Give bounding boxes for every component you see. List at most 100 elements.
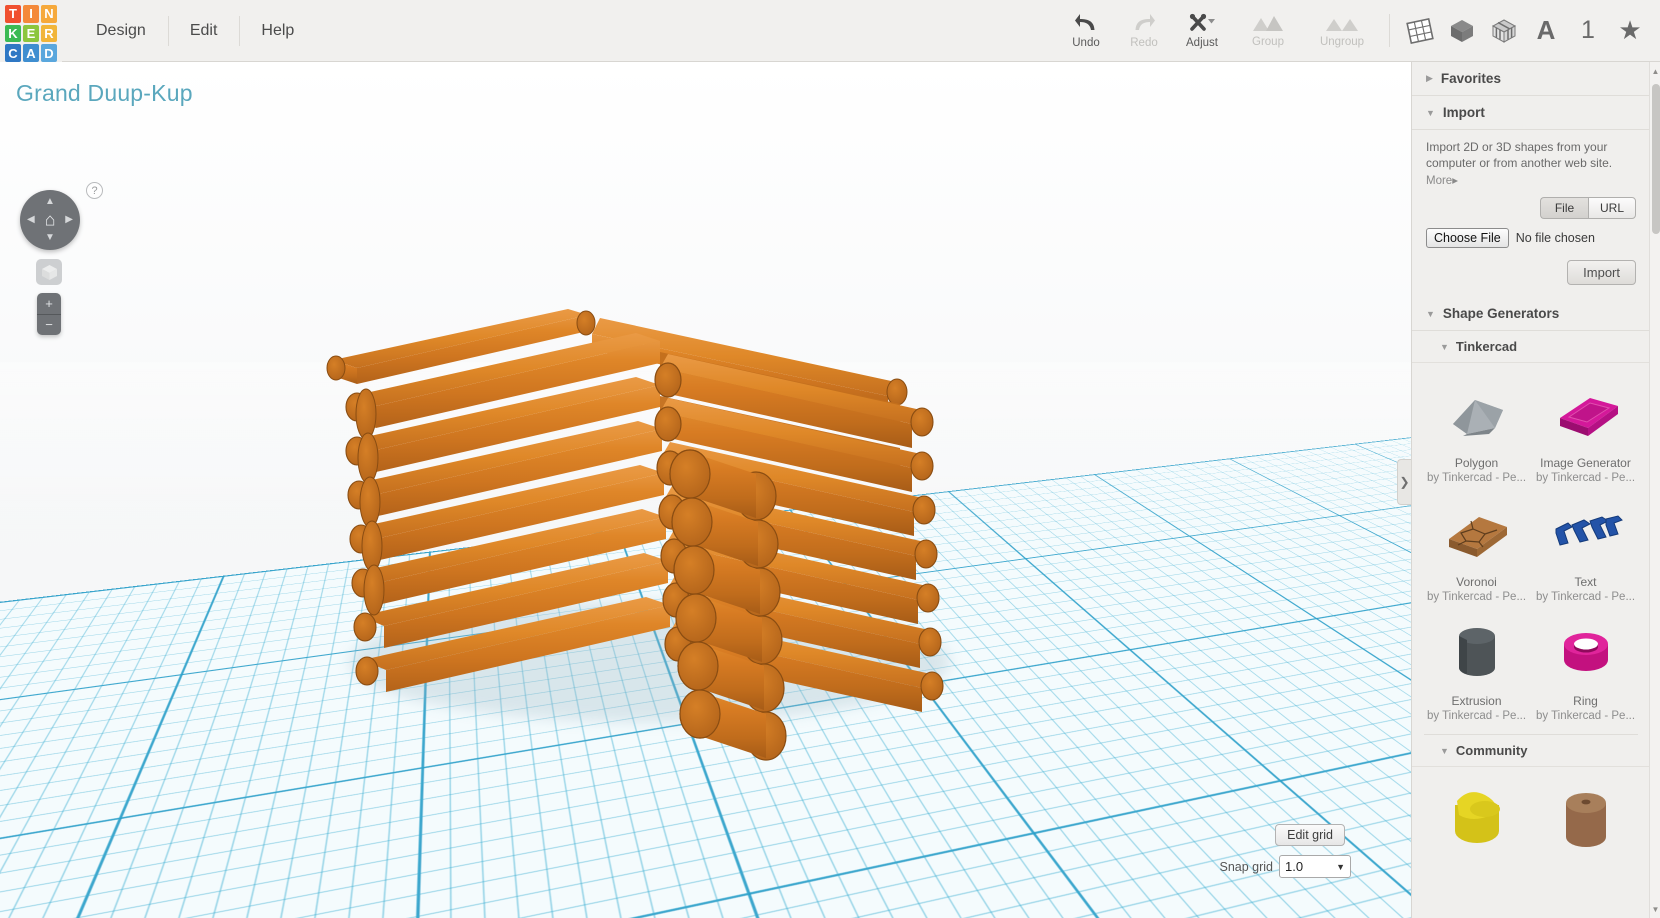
ungroup-button[interactable]: Ungroup bbox=[1305, 0, 1379, 61]
chevron-down-icon: ▼ bbox=[1440, 341, 1449, 352]
logo-tile-7: A bbox=[23, 44, 39, 62]
redo-icon bbox=[1131, 12, 1157, 34]
adjust-icon bbox=[1187, 12, 1217, 34]
choose-file-button[interactable]: Choose File bbox=[1426, 228, 1509, 248]
workplane-icon[interactable] bbox=[1400, 0, 1440, 62]
shape-card-voronoi[interactable]: Voronoi by Tinkercad - Pe... bbox=[1422, 488, 1531, 607]
shape-card-polygon[interactable]: Polygon by Tinkercad - Pe... bbox=[1422, 369, 1531, 488]
shape-name: Voronoi bbox=[1456, 575, 1497, 589]
shape-card-text[interactable]: Text by Tinkercad - Pe... bbox=[1531, 488, 1640, 607]
menu-item-edit[interactable]: Edit bbox=[167, 0, 240, 62]
help-icon[interactable]: ? bbox=[86, 182, 103, 199]
text-tool-icon[interactable]: A bbox=[1526, 0, 1566, 62]
zoom-controls[interactable]: + − bbox=[37, 293, 61, 335]
shape-card-ring[interactable]: Ring by Tinkercad - Pe... bbox=[1531, 607, 1640, 726]
import-tab-url[interactable]: URL bbox=[1588, 197, 1636, 219]
nav-left-arrow[interactable]: ◀ bbox=[27, 215, 35, 225]
undo-button[interactable]: Undo bbox=[1057, 0, 1115, 61]
group-community[interactable]: ▼ Community bbox=[1412, 735, 1650, 767]
shape-name: Image Generator bbox=[1540, 456, 1631, 470]
design-canvas[interactable]: Grand Duup-Kup ▲ ▼ ◀ ▶ ⌂ ? + − Edit grid… bbox=[0, 62, 1411, 918]
home-icon[interactable]: ⌂ bbox=[45, 210, 56, 231]
import-source-tabs: File URL bbox=[1426, 197, 1636, 219]
shape-name: Extrusion bbox=[1451, 694, 1502, 708]
right-panel-scrollbar[interactable]: ▲ ▼ bbox=[1649, 62, 1660, 918]
section-shape-generators[interactable]: ▼ Shape Generators bbox=[1412, 297, 1650, 331]
group-button[interactable]: Group bbox=[1231, 0, 1305, 61]
logo-letter: R bbox=[44, 25, 54, 41]
snap-grid-select[interactable]: 1.0 ▼ bbox=[1279, 855, 1351, 878]
logo-tile-0: T bbox=[5, 5, 21, 23]
tinkercad-logo[interactable]: T I N K E R C A D bbox=[0, 0, 62, 62]
toolbar-right-icons: A 1 ★ bbox=[1400, 0, 1660, 61]
right-panel: ▶ Favorites ▼ Import Import 2D or 3D sha… bbox=[1411, 62, 1660, 918]
ungroup-label: Ungroup bbox=[1319, 36, 1365, 48]
text-tool-glyph: A bbox=[1536, 15, 1556, 45]
menu-item-design[interactable]: Design bbox=[74, 0, 168, 62]
shape-card-extrusion[interactable]: Extrusion by Tinkercad - Pe... bbox=[1422, 607, 1531, 726]
shape-author: by Tinkercad - Pe... bbox=[1426, 710, 1527, 722]
teardrop-thumb-icon bbox=[1429, 781, 1525, 857]
import-action-row: Import bbox=[1426, 260, 1636, 285]
adjust-label: Adjust bbox=[1186, 37, 1218, 49]
polygon-thumb-icon bbox=[1429, 377, 1525, 453]
undo-label: Undo bbox=[1072, 37, 1100, 49]
logo-letter: C bbox=[8, 45, 18, 61]
snap-grid-label: Snap grid bbox=[1219, 859, 1273, 874]
number-tool-icon[interactable]: 1 bbox=[1568, 0, 1608, 62]
logo-letter: I bbox=[29, 6, 33, 22]
panel-collapse-handle[interactable]: ❯ bbox=[1397, 459, 1411, 505]
shape-name: Text bbox=[1574, 575, 1597, 589]
nav-up-arrow[interactable]: ▲ bbox=[45, 197, 55, 207]
shape-card-community-2[interactable] bbox=[1531, 773, 1640, 864]
view-navigation-disc[interactable]: ▲ ▼ ◀ ▶ ⌂ bbox=[20, 190, 80, 250]
scroll-down-arrow[interactable]: ▼ bbox=[1650, 902, 1660, 916]
nav-down-arrow[interactable]: ▼ bbox=[45, 233, 55, 243]
shape-name: Ring bbox=[1573, 694, 1598, 708]
edit-grid-button[interactable]: Edit grid bbox=[1275, 824, 1345, 846]
import-tab-file[interactable]: File bbox=[1540, 197, 1588, 219]
hole-cube-icon[interactable] bbox=[1484, 0, 1524, 62]
shape-card-community-1[interactable] bbox=[1422, 773, 1531, 864]
file-picker-row: Choose File No file chosen bbox=[1426, 228, 1636, 248]
menu-item-help[interactable]: Help bbox=[239, 0, 316, 62]
favorite-star-icon[interactable]: ★ bbox=[1610, 0, 1650, 62]
logo-letter: K bbox=[8, 25, 18, 41]
chevron-down-icon: ▼ bbox=[1440, 745, 1449, 756]
group-tinkercad[interactable]: ▼ Tinkercad bbox=[1412, 331, 1650, 363]
shape-card-image-generator[interactable]: Image Generator by Tinkercad - Pe... bbox=[1531, 369, 1640, 488]
top-toolbar: T I N K E R C A D Design Edit Help Undo … bbox=[0, 0, 1660, 62]
solid-cube-icon[interactable] bbox=[1442, 0, 1482, 62]
no-file-chosen-label: No file chosen bbox=[1515, 231, 1595, 245]
log-cabin-model[interactable] bbox=[0, 62, 1411, 918]
undo-icon bbox=[1073, 12, 1099, 34]
import-button[interactable]: Import bbox=[1567, 260, 1636, 285]
section-favorites-label: Favorites bbox=[1440, 71, 1501, 86]
group-icon bbox=[1251, 13, 1285, 33]
fit-view-cube-icon[interactable] bbox=[36, 259, 62, 285]
community-shape-grid bbox=[1412, 767, 1650, 868]
chevron-down-icon: ▼ bbox=[1336, 861, 1345, 872]
import-more-link[interactable]: More▸ bbox=[1426, 173, 1636, 187]
logo-tile-6: C bbox=[5, 44, 21, 62]
shape-name: Polygon bbox=[1454, 456, 1499, 470]
logo-letter: N bbox=[44, 6, 54, 22]
chevron-down-icon: ▼ bbox=[1426, 107, 1435, 118]
section-import[interactable]: ▼ Import bbox=[1412, 96, 1650, 130]
menu-label: Help bbox=[261, 22, 295, 39]
redo-button[interactable]: Redo bbox=[1115, 0, 1173, 61]
nav-right-arrow[interactable]: ▶ bbox=[65, 215, 73, 225]
shape-author: by Tinkercad - Pe... bbox=[1426, 591, 1527, 603]
scrollbar-thumb[interactable] bbox=[1651, 84, 1660, 234]
scroll-up-arrow[interactable]: ▲ bbox=[1650, 64, 1660, 78]
zoom-out-button[interactable]: − bbox=[37, 315, 61, 336]
cylinder-hole-thumb-icon bbox=[1538, 781, 1634, 857]
logo-tile-1: I bbox=[23, 5, 39, 23]
adjust-button[interactable]: Adjust bbox=[1173, 0, 1231, 61]
help-label: ? bbox=[91, 184, 98, 197]
zoom-in-button[interactable]: + bbox=[37, 293, 61, 315]
design-title[interactable]: Grand Duup-Kup bbox=[16, 80, 193, 107]
logo-tile-4: E bbox=[23, 24, 39, 43]
section-favorites[interactable]: ▶ Favorites bbox=[1412, 62, 1650, 96]
panel-handle-glyph: ❯ bbox=[1399, 475, 1410, 489]
